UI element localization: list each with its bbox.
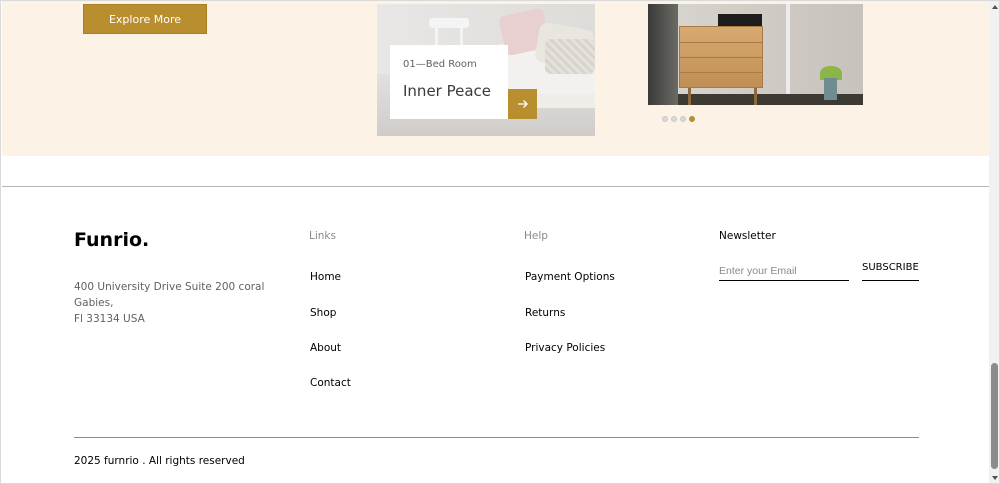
footer-address: 400 University Drive Suite 200 coral Gab… xyxy=(74,281,265,325)
footer-link-payment-options[interactable]: Payment Options xyxy=(525,271,615,283)
slider-dot[interactable] xyxy=(680,116,686,122)
help-heading: Help xyxy=(524,230,548,242)
room-card-title: Inner Peace xyxy=(403,82,492,100)
scrollbar-thumb[interactable] xyxy=(991,363,998,469)
room-card: 01—Bed Room Inner Peace xyxy=(390,45,508,119)
next-room-button[interactable] xyxy=(508,89,537,119)
footer-link-contact[interactable]: Contact xyxy=(310,377,351,389)
arrow-right-icon xyxy=(517,100,528,108)
slider-dots xyxy=(662,116,695,122)
footer-divider xyxy=(2,186,989,187)
newsletter-heading: Newsletter xyxy=(719,230,776,242)
footer-link-home[interactable]: Home xyxy=(310,271,341,283)
page-window: Explore More 01—Bed Room Inner Peace Fun… xyxy=(0,0,1000,484)
living-room-image xyxy=(648,4,863,105)
copyright-divider xyxy=(74,437,919,438)
room-card-subtitle: 01—Bed Room xyxy=(403,59,477,70)
scroll-up-arrow-icon[interactable] xyxy=(991,3,999,11)
footer-link-about[interactable]: About xyxy=(310,342,341,354)
footer-link-privacy-policies[interactable]: Privacy Policies xyxy=(525,342,605,354)
subscribe-button[interactable]: SUBSCRIBE xyxy=(862,259,919,281)
footer-link-shop[interactable]: Shop xyxy=(310,307,336,319)
links-heading: Links xyxy=(309,230,336,242)
explore-more-button[interactable]: Explore More xyxy=(83,4,207,34)
footer-link-returns[interactable]: Returns xyxy=(525,307,565,319)
footer-brand: Funrio. xyxy=(74,229,150,251)
copyright-text: 2025 furnrio . All rights reserved xyxy=(74,455,245,467)
newsletter-email-wrapper xyxy=(719,259,849,281)
slider-dot[interactable] xyxy=(662,116,668,122)
slider-dot-active[interactable] xyxy=(689,116,695,122)
slider-dot[interactable] xyxy=(671,116,677,122)
newsletter-email-input[interactable] xyxy=(719,261,849,281)
scroll-down-arrow-icon[interactable] xyxy=(991,474,999,482)
